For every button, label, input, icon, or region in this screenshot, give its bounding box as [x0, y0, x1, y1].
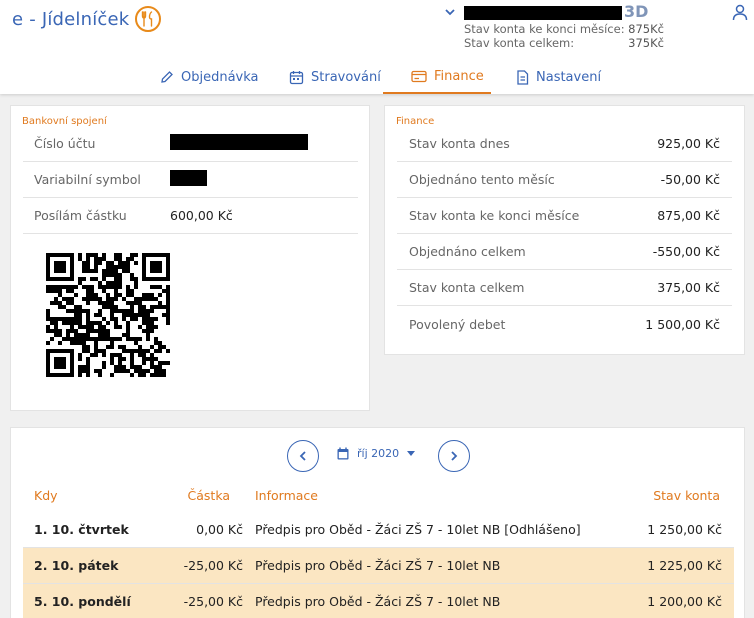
finance-row: Objednáno tento měsíc -50,00 Kč	[397, 162, 732, 198]
finance-row: Objednáno celkem -550,00 Kč	[397, 234, 732, 270]
tab-nastaveni[interactable]: Nastavení	[516, 60, 601, 94]
payment-amount: 600,00 Kč	[170, 208, 233, 223]
transaction-history-card: říj 2020 Kdy Částka Informace Stav konta…	[10, 427, 745, 618]
bank-account-row: Číslo účtu	[23, 126, 358, 162]
app-logo[interactable]: e - Jídelníček	[12, 6, 162, 32]
finance-row: Stav konta dnes 925,00 Kč	[397, 126, 732, 162]
redacted-account-name	[464, 6, 622, 20]
chevron-left-icon	[299, 451, 306, 461]
account-total-balance: Stav konta celkem: 375Kč	[464, 36, 664, 50]
prev-month-button[interactable]	[287, 440, 319, 472]
calendar-icon	[337, 447, 349, 460]
payment-qr-code	[46, 253, 170, 377]
table-row: 1. 10. čtvrtek 0,00 Kč Předpis pro Oběd …	[23, 512, 734, 548]
main-tabs: Objednávka Stravování Finance Nastavení	[0, 60, 754, 94]
month-label: říj 2020	[357, 447, 400, 460]
bank-details-card: Bankovní spojení Číslo účtu Variabilní s…	[10, 105, 370, 411]
col-header-date: Kdy	[34, 488, 58, 503]
redacted-account-number	[170, 134, 308, 153]
col-header-balance: Stav konta	[653, 488, 720, 503]
calendar-icon	[289, 70, 304, 84]
tab-stravovani[interactable]: Stravování	[289, 60, 381, 94]
account-class: 3D	[624, 2, 649, 21]
col-header-info: Informace	[255, 488, 318, 503]
finance-row: Stav konta celkem 375,00 Kč	[397, 270, 732, 306]
table-row: 2. 10. pátek -25,00 Kč Předpis pro Oběd …	[23, 548, 734, 584]
document-icon	[517, 69, 529, 85]
bank-vs-row: Variabilní symbol	[23, 162, 358, 198]
account-month-balance: Stav konta ke konci měsíce: 875Kč	[464, 22, 664, 36]
chevron-down-icon[interactable]	[444, 6, 456, 20]
card-icon	[411, 70, 427, 82]
tab-finance[interactable]: Finance	[383, 60, 491, 94]
app-header: e - Jídelníček 3D Stav konta ke konci mě…	[0, 0, 754, 94]
bank-amount-row: Posílám částku 600,00 Kč	[23, 198, 358, 234]
chevron-right-icon	[451, 451, 458, 461]
col-header-amount: Částka	[187, 488, 230, 503]
redacted-variable-symbol	[170, 170, 207, 189]
tab-objednavka[interactable]: Objednávka	[160, 60, 259, 94]
app-title: e - Jídelníček	[12, 8, 130, 30]
table-row: 5. 10. pondělí -25,00 Kč Předpis pro Obě…	[23, 584, 734, 618]
next-month-button[interactable]	[438, 440, 470, 472]
user-icon[interactable]	[732, 4, 748, 25]
finance-row: Povolený debet 1 500,00 Kč	[409, 316, 720, 332]
month-selector[interactable]: říj 2020	[337, 447, 423, 460]
caret-down-icon	[407, 451, 416, 456]
pencil-icon	[161, 71, 173, 83]
cutlery-icon	[135, 6, 162, 32]
finance-card: Finance Stav konta dnes 925,00 Kč Objedná…	[384, 105, 745, 355]
finance-row: Stav konta ke konci měsíce 875,00 Kč	[397, 198, 732, 234]
